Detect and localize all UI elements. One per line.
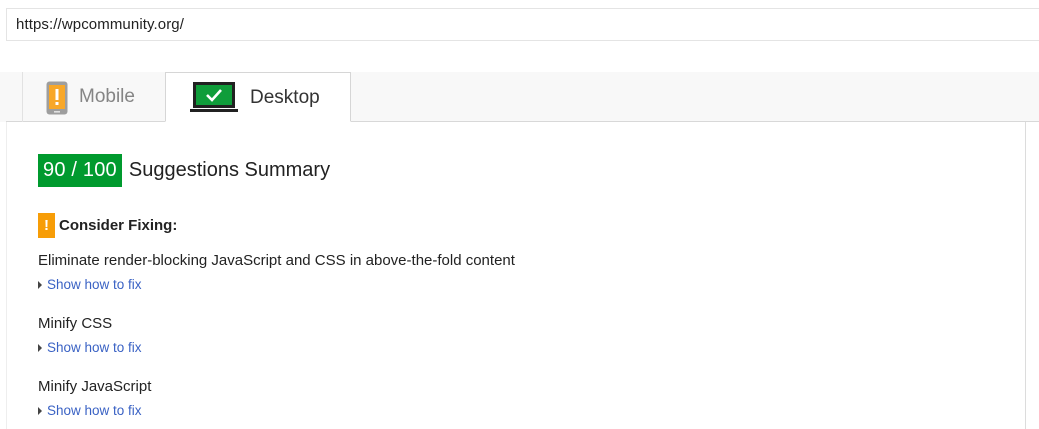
tab-mobile-label: Mobile xyxy=(79,86,135,107)
caret-right-icon xyxy=(38,343,42,352)
consider-fixing-header: ! Consider Fixing: xyxy=(38,213,177,238)
caret-right-icon xyxy=(38,280,42,289)
tab-mobile[interactable]: Mobile xyxy=(22,72,164,122)
tab-desktop-label: Desktop xyxy=(250,87,320,108)
show-how-to-fix-label: Show how to fix xyxy=(47,403,142,418)
content-right-border xyxy=(1025,122,1026,429)
desktop-check-icon xyxy=(190,80,238,120)
url-bar[interactable]: https://wpcommunity.org/ xyxy=(6,8,1039,41)
rule-item: Minify CSS Show how to fix xyxy=(38,315,142,355)
caret-right-icon xyxy=(38,406,42,415)
score-badge: 90 / 100 xyxy=(38,154,122,187)
show-how-to-fix-label: Show how to fix xyxy=(47,340,142,355)
show-how-to-fix-link[interactable]: Show how to fix xyxy=(38,340,142,355)
content-left-border xyxy=(6,122,7,429)
rule-item: Minify JavaScript Show how to fix xyxy=(38,378,151,418)
rule-item: Eliminate render-blocking JavaScript and… xyxy=(38,252,515,292)
rule-title: Eliminate render-blocking JavaScript and… xyxy=(38,252,515,269)
show-how-to-fix-link[interactable]: Show how to fix xyxy=(38,403,151,418)
show-how-to-fix-link[interactable]: Show how to fix xyxy=(38,277,515,292)
warning-icon: ! xyxy=(38,213,55,238)
rule-title: Minify JavaScript xyxy=(38,378,152,395)
url-text: https://wpcommunity.org/ xyxy=(16,16,185,33)
tab-desktop[interactable]: Desktop xyxy=(165,72,351,122)
mobile-warning-icon xyxy=(46,81,68,121)
summary-title: Suggestions Summary xyxy=(128,159,331,181)
score-summary: 90 / 100 Suggestions Summary xyxy=(38,154,330,187)
show-how-to-fix-label: Show how to fix xyxy=(47,277,142,292)
consider-fixing-label: Consider Fixing: xyxy=(59,217,178,234)
rule-title: Minify CSS xyxy=(38,315,113,332)
